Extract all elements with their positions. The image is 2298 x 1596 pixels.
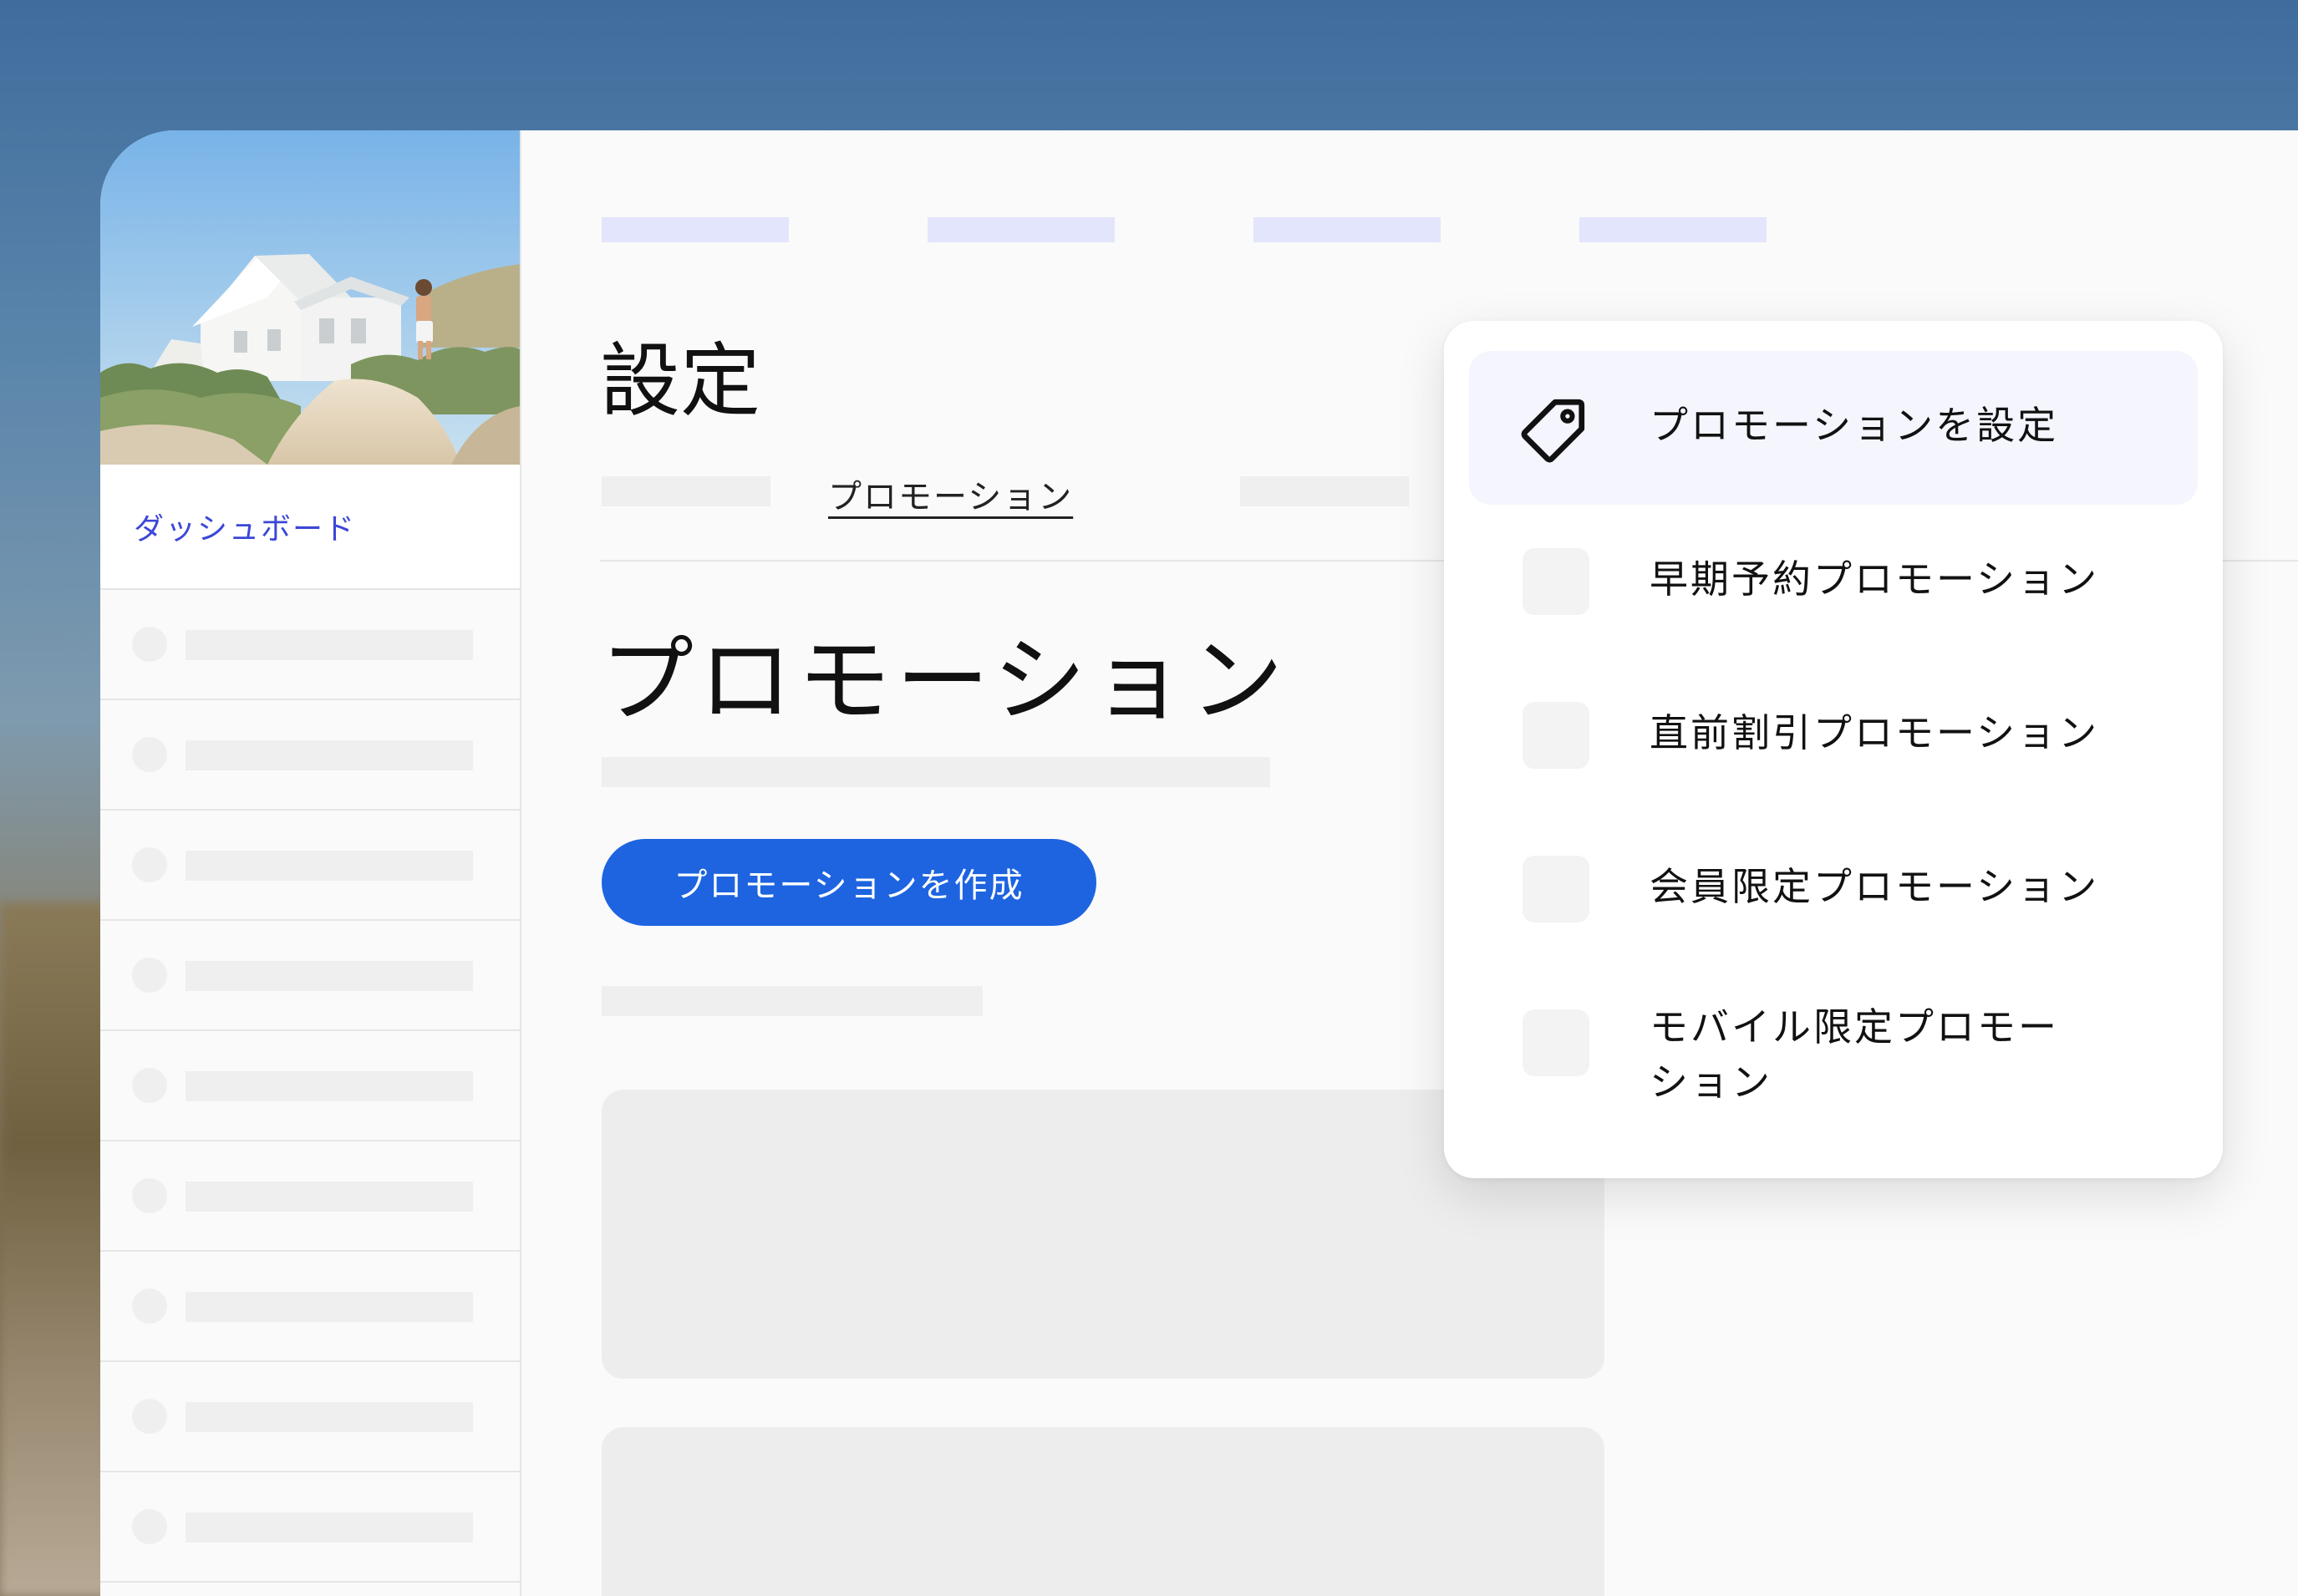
placeholder-icon — [132, 958, 167, 993]
sidebar-placeholder-row[interactable] — [100, 1031, 520, 1141]
placeholder-text — [186, 961, 473, 991]
top-nav-placeholder[interactable] — [1579, 217, 1767, 242]
create-promotion-button[interactable]: プロモーションを作成 — [602, 839, 1096, 926]
sidebar-item-label: ダッシュボード — [134, 512, 357, 546]
menu-item-label: モバイル限定プロモーション — [1650, 1004, 2059, 1105]
placeholder-icon — [132, 737, 167, 772]
sidebar-placeholder-row[interactable] — [100, 1362, 520, 1472]
sidebar-placeholder-row[interactable] — [100, 700, 520, 811]
description-placeholder — [602, 757, 1270, 787]
placeholder-text — [186, 1292, 473, 1322]
sidebar-placeholder-row[interactable] — [100, 1141, 520, 1252]
placeholder-icon — [1523, 702, 1589, 769]
placeholder-icon — [132, 1509, 167, 1544]
section-title: プロモーション — [600, 627, 1289, 735]
placeholder-icon — [132, 627, 167, 662]
background-blur — [0, 902, 109, 1596]
beach-house-image — [100, 130, 520, 465]
placeholder-text — [186, 1071, 473, 1101]
app-window: ダッシュボード 設定 プロモーション プロモーション プロモーションを作成 プロ… — [100, 130, 2298, 1596]
menu-item-label: 直前割引プロモーション — [1650, 710, 2100, 755]
tab-placeholder[interactable] — [602, 476, 770, 506]
placeholder-icon — [132, 1288, 167, 1324]
placeholder-text — [186, 740, 473, 770]
promotion-type-menu: プロモーションを設定 早期予約プロモーション 直前割引プロモーション 会員限定プ… — [1444, 321, 2223, 1178]
placeholder-icon — [132, 1178, 167, 1213]
top-nav-placeholder[interactable] — [602, 217, 789, 242]
content-card-placeholder — [602, 1427, 1604, 1596]
menu-item-label: プロモーションを設定 — [1650, 403, 2059, 448]
property-photo — [100, 130, 520, 465]
tab-placeholder[interactable] — [1240, 476, 1409, 506]
placeholder-icon — [1523, 856, 1589, 923]
sidebar: ダッシュボード — [100, 130, 521, 1596]
placeholder-text — [186, 630, 473, 660]
menu-item-set-promotion[interactable]: プロモーションを設定 — [1469, 351, 2198, 505]
sidebar-placeholder-row[interactable] — [100, 921, 520, 1031]
menu-item-member-only[interactable]: 会員限定プロモーション — [1469, 812, 2198, 966]
placeholder-text — [186, 1512, 473, 1543]
tab-promotions[interactable]: プロモーション — [828, 470, 1073, 518]
top-nav-placeholder[interactable] — [928, 217, 1115, 242]
placeholder-text — [186, 851, 473, 881]
placeholder-icon — [1523, 548, 1589, 615]
placeholder-text — [186, 1402, 473, 1432]
sidebar-item-dashboard[interactable]: ダッシュボード — [100, 465, 520, 590]
menu-item-label: 会員限定プロモーション — [1650, 864, 2100, 909]
tag-icon — [1521, 399, 1585, 463]
placeholder-icon — [132, 847, 167, 882]
page-title: 設定 — [600, 334, 760, 428]
sidebar-placeholder-row[interactable] — [100, 1252, 520, 1362]
sidebar-placeholder-row[interactable] — [100, 1472, 520, 1583]
top-nav-placeholder[interactable] — [1253, 217, 1441, 242]
placeholder-icon — [132, 1399, 167, 1434]
placeholder-icon — [132, 1068, 167, 1103]
menu-item-label: 早期予約プロモーション — [1650, 557, 2100, 602]
placeholder-text — [186, 1182, 473, 1212]
menu-item-early-booking[interactable]: 早期予約プロモーション — [1469, 505, 2198, 658]
placeholder-icon — [1523, 1009, 1589, 1076]
menu-item-last-minute[interactable]: 直前割引プロモーション — [1469, 658, 2198, 812]
sidebar-placeholder-row[interactable] — [100, 811, 520, 921]
menu-item-mobile-only[interactable]: モバイル限定プロモーション — [1469, 966, 2198, 1150]
subheading-placeholder — [602, 986, 983, 1016]
sidebar-placeholder-row[interactable] — [100, 590, 520, 700]
